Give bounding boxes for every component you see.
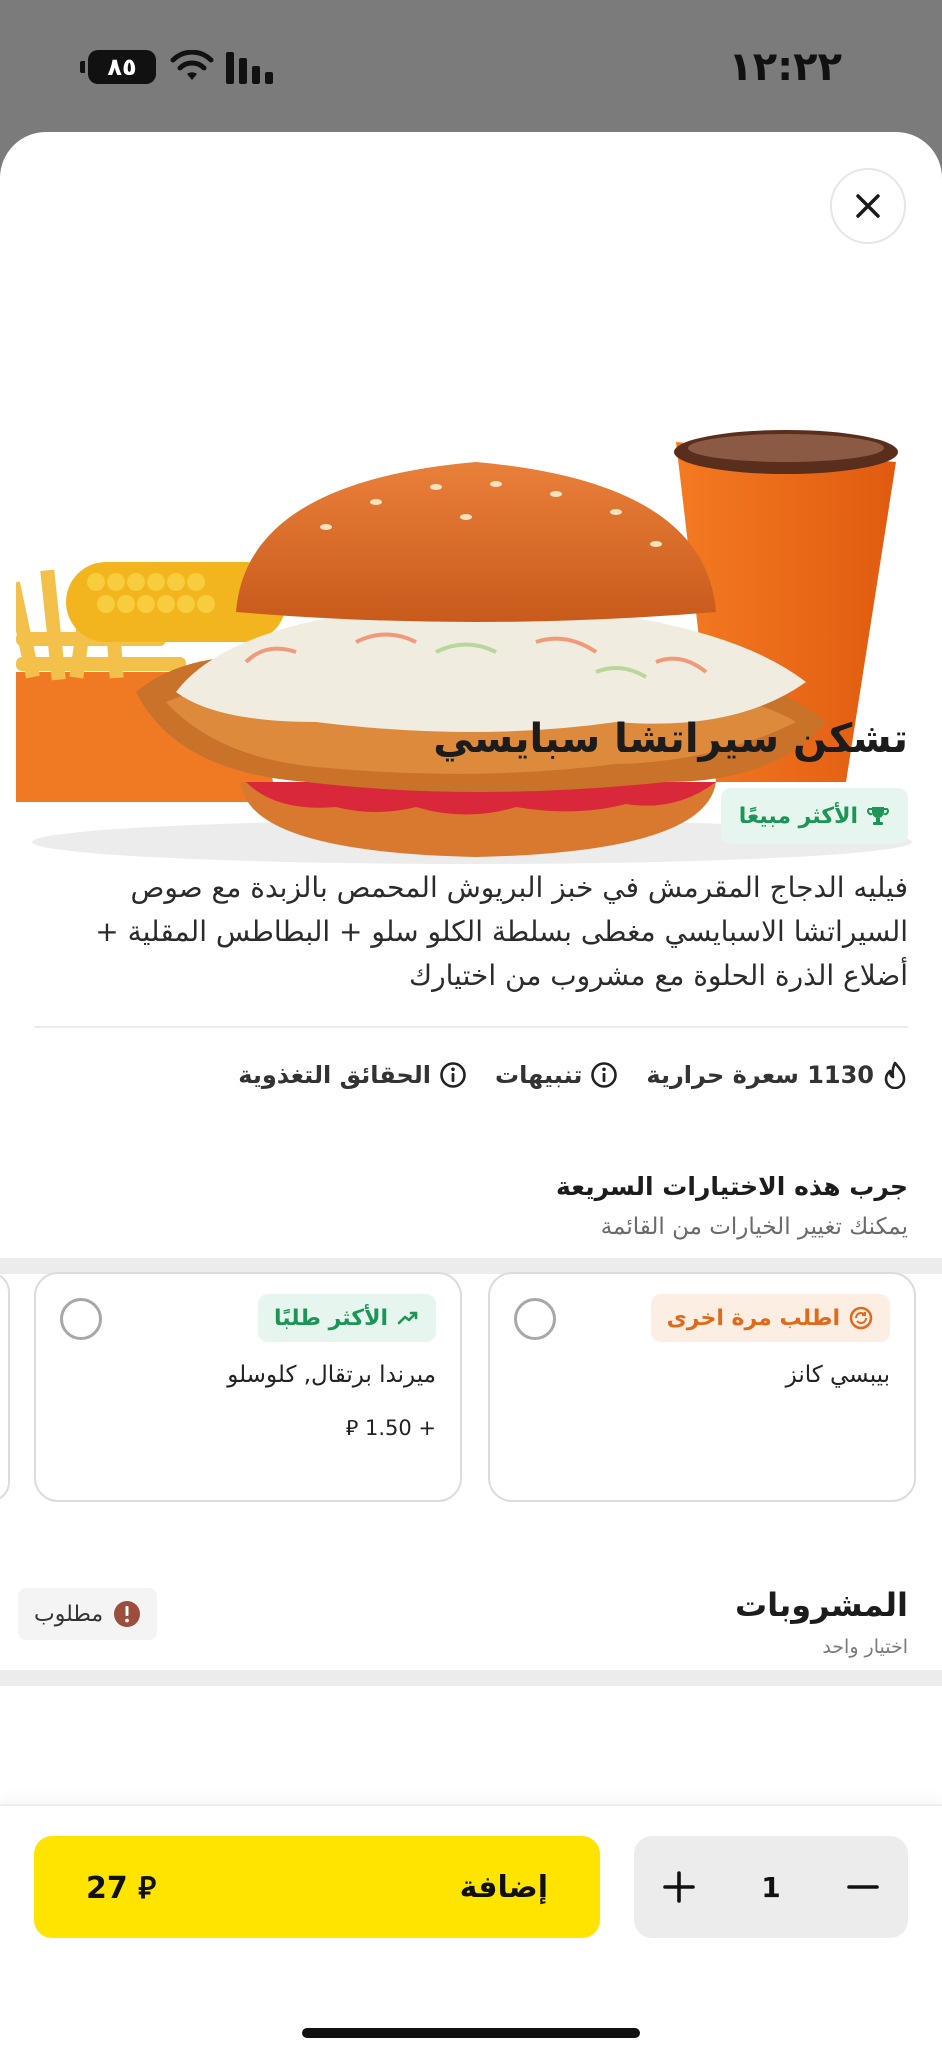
popular-badge: الأكثر طلبًا <box>258 1294 436 1342</box>
required-badge: مطلوب <box>18 1588 158 1640</box>
minus-icon[interactable] <box>846 1870 880 1904</box>
product-description: فيليه الدجاج المقرمش في خبز البريوش المح… <box>95 871 908 992</box>
quick-pick-price: + 1.50 ⃁ <box>345 1416 436 1440</box>
calories: 1130 سعرة حرارية <box>646 1061 908 1089</box>
drinks-section-subtitle: اختيار واحد <box>822 1636 908 1658</box>
best-seller-label: الأكثر مبيعًا <box>738 803 858 829</box>
product-sheet: تشكن سيراتشا سبايسي الأكثر مبيعًا فيليه … <box>0 132 942 2048</box>
section-separator <box>0 1670 942 1686</box>
quick-picks-subtitle: يمكنك تغيير الخيارات من القائمة <box>600 1214 908 1240</box>
best-seller-badge: الأكثر مبيعًا <box>720 788 908 844</box>
quick-picks-title: جرب هذه الاختيارات السريعة <box>555 1172 908 1201</box>
wifi-icon <box>170 50 214 80</box>
calories-label: 1130 سعرة حرارية <box>646 1061 874 1089</box>
alert-icon <box>114 1601 141 1627</box>
quick-pick-name: بيبسي كانز <box>785 1362 890 1388</box>
reorder-icon <box>849 1306 873 1330</box>
alerts-label: تنبيهات <box>495 1061 583 1089</box>
status-time: ١٢:٢٢ <box>728 44 842 90</box>
nutrition-label: الحقائق التغذوية <box>238 1061 432 1089</box>
quick-pick-card-reorder[interactable]: اطلب مرة اخرى بيبسي كانز <box>488 1272 916 1502</box>
info-icon <box>591 1062 618 1088</box>
info-icon <box>440 1062 466 1088</box>
quick-pick-card-partial[interactable] <box>0 1272 10 1502</box>
product-meta: 1130 سعرة حرارية تنبيهات الحقائق التغذوي… <box>238 1050 908 1100</box>
total-price: 27 ⃁ <box>86 1870 157 1906</box>
battery-indicator: ٨٥ <box>80 50 156 84</box>
close-button[interactable] <box>830 168 906 244</box>
plus-icon[interactable] <box>662 1870 696 1904</box>
quantity-value: 1 <box>761 1870 781 1904</box>
nutrition-link[interactable]: الحقائق التغذوية <box>238 1061 467 1089</box>
required-label: مطلوب <box>34 1601 104 1627</box>
reorder-badge-label: اطلب مرة اخرى <box>666 1305 840 1331</box>
signal-icon <box>226 52 273 84</box>
flame-icon <box>884 1061 906 1089</box>
drinks-section-title: المشروبات <box>735 1586 908 1624</box>
close-icon <box>856 194 880 218</box>
add-to-cart-bar: 27 ⃁ إضافة 1 <box>0 1804 942 2048</box>
add-label: إضافة <box>459 1869 548 1905</box>
trophy-icon <box>867 807 889 825</box>
trending-icon <box>397 1311 418 1325</box>
quick-pick-name: ميرندا برتقال, كلوسلو <box>227 1362 436 1388</box>
quick-pick-radio[interactable] <box>514 1298 556 1340</box>
product-title: تشكن سيراتشا سبايسي <box>433 716 908 762</box>
reorder-badge: اطلب مرة اخرى <box>650 1294 890 1342</box>
status-bar: ٨٥ ١٢:٢٢ <box>0 0 942 130</box>
home-indicator <box>302 2028 640 2038</box>
popular-badge-label: الأكثر طلبًا <box>274 1305 388 1331</box>
quantity-stepper: 1 <box>634 1836 908 1938</box>
add-to-cart-button[interactable]: 27 ⃁ إضافة <box>34 1836 600 1938</box>
quick-pick-card-popular[interactable]: الأكثر طلبًا ميرندا برتقال, كلوسلو + 1.5… <box>34 1272 462 1502</box>
alerts-link[interactable]: تنبيهات <box>495 1061 618 1089</box>
divider <box>34 1026 908 1028</box>
quick-pick-radio[interactable] <box>60 1298 102 1340</box>
